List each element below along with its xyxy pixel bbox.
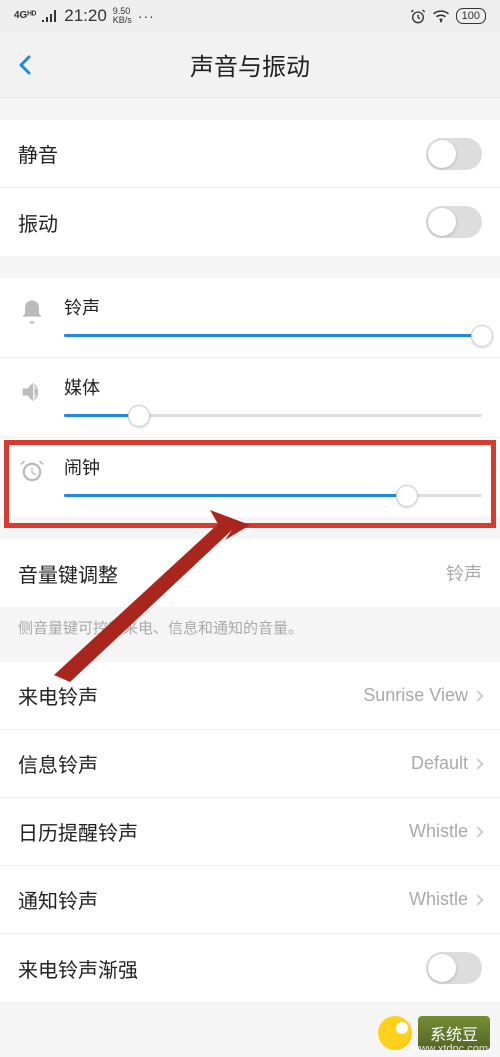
- mute-row[interactable]: 静音: [0, 120, 500, 188]
- call-ringtone-value: Sunrise View: [363, 685, 482, 706]
- volume-key-section: 音量键调整 铃声: [0, 539, 500, 607]
- back-chevron-icon: [14, 53, 38, 77]
- signal-icon: [42, 10, 58, 22]
- message-ringtone-value: Default: [411, 753, 482, 774]
- calendar-ringtone-value: Whistle: [409, 821, 482, 842]
- volume-key-row[interactable]: 音量键调整 铃声: [0, 539, 500, 607]
- watermark-url: www.xtdpc.com: [412, 1043, 488, 1055]
- page-title: 声音与振动: [190, 47, 310, 82]
- chevron-right-icon: [472, 758, 483, 769]
- bell-icon: [18, 298, 46, 326]
- alarm-slider[interactable]: [64, 494, 482, 497]
- fade-in-toggle[interactable]: [426, 952, 482, 984]
- chevron-right-icon: [472, 826, 483, 837]
- watermark-logo-icon: [378, 1016, 412, 1050]
- clock-time: 21:20: [64, 6, 107, 26]
- ringtone-section: 来电铃声 Sunrise View 信息铃声 Default 日历提醒铃声 Wh…: [0, 662, 500, 1002]
- net-speed: 9.50 KB/s: [113, 7, 132, 25]
- message-ringtone-label: 信息铃声: [18, 749, 98, 778]
- vibrate-label: 振动: [18, 208, 58, 237]
- mute-toggle[interactable]: [426, 138, 482, 170]
- volume-key-label: 音量键调整: [18, 559, 118, 588]
- ringtone-volume-label: 铃声: [64, 294, 482, 320]
- status-right: 100: [410, 8, 486, 24]
- volume-key-value: 铃声: [446, 560, 482, 586]
- call-ringtone-row[interactable]: 来电铃声 Sunrise View: [0, 662, 500, 730]
- status-left: 4Gᴴᴰ 21:20 9.50 KB/s ···: [14, 6, 155, 26]
- media-volume-label: 媒体: [64, 374, 482, 400]
- call-ringtone-label: 来电铃声: [18, 681, 98, 710]
- vibrate-row[interactable]: 振动: [0, 188, 500, 256]
- fade-in-row[interactable]: 来电铃声渐强: [0, 934, 500, 1002]
- volume-section: 铃声 媒体 闹钟: [0, 278, 500, 517]
- alarm-volume-label: 闹钟: [64, 454, 482, 480]
- calendar-ringtone-label: 日历提醒铃声: [18, 817, 138, 846]
- battery-indicator: 100: [456, 8, 486, 24]
- chevron-right-icon: [472, 894, 483, 905]
- fade-in-label: 来电铃声渐强: [18, 954, 138, 983]
- notify-ringtone-row[interactable]: 通知铃声 Whistle: [0, 866, 500, 934]
- media-volume-row: 媒体: [0, 358, 500, 438]
- wifi-icon: [432, 9, 450, 23]
- alarm-clock-icon: [18, 458, 46, 486]
- calendar-ringtone-row[interactable]: 日历提醒铃声 Whistle: [0, 798, 500, 866]
- mute-label: 静音: [18, 139, 58, 168]
- ringtone-volume-row: 铃声: [0, 278, 500, 358]
- notify-ringtone-label: 通知铃声: [18, 885, 98, 914]
- speaker-icon: [18, 378, 46, 406]
- toggle-section: 静音 振动: [0, 120, 500, 256]
- alarm-volume-row: 闹钟: [0, 438, 500, 517]
- volume-key-desc: 侧音量键可控制来电、信息和通知的音量。: [0, 607, 500, 652]
- back-button[interactable]: [14, 53, 38, 77]
- message-ringtone-row[interactable]: 信息铃声 Default: [0, 730, 500, 798]
- chevron-right-icon: [472, 690, 483, 701]
- more-dots: ···: [138, 8, 155, 24]
- status-bar: 4Gᴴᴰ 21:20 9.50 KB/s ··· 100: [0, 0, 500, 32]
- title-bar: 声音与振动: [0, 32, 500, 98]
- ringtone-slider[interactable]: [64, 334, 482, 337]
- watermark: 系统豆 www.xtdpc.com: [0, 1009, 500, 1057]
- notify-ringtone-value: Whistle: [409, 889, 482, 910]
- alarm-icon: [410, 8, 426, 24]
- vibrate-toggle[interactable]: [426, 206, 482, 238]
- network-indicator: 4Gᴴᴰ: [14, 11, 36, 21]
- media-slider[interactable]: [64, 414, 482, 417]
